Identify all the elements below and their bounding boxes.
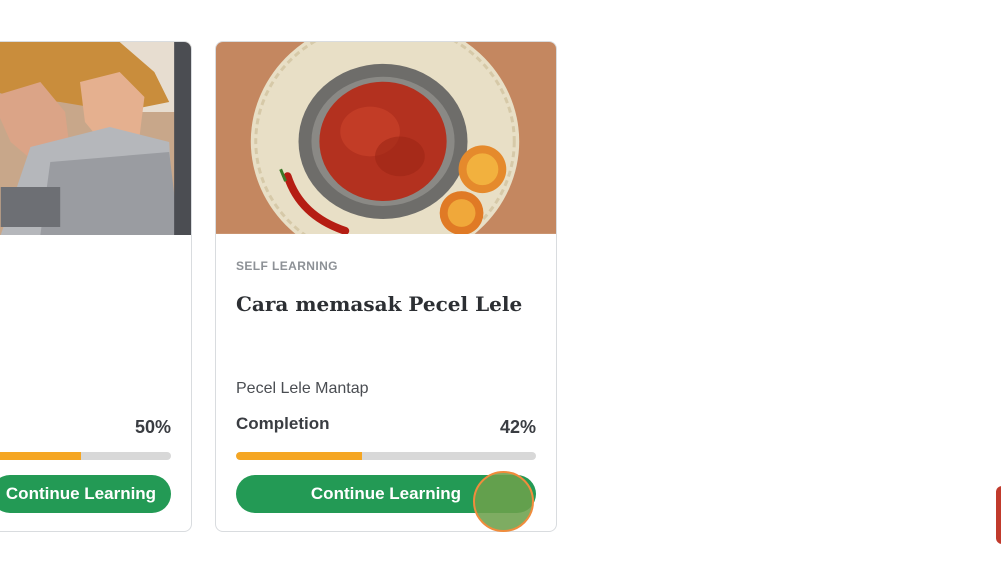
- completion-percentage: 42%: [499, 417, 536, 437]
- progress-bar: [236, 452, 536, 460]
- course-card[interactable]: 50% Continue Learning: [0, 41, 192, 532]
- completion-label: Completion: [236, 414, 330, 433]
- progress-bar-fill: [236, 452, 362, 460]
- completion-percentage: 50%: [134, 417, 171, 437]
- sambal-mortar-photo-image: [216, 42, 556, 234]
- course-subtitle: Pecel Lele Mantap: [236, 380, 369, 397]
- course-title: Cara memasak Pecel Lele: [236, 292, 523, 316]
- laptop-photo-image: [0, 42, 191, 235]
- side-edge-tab[interactable]: [996, 486, 1001, 544]
- course-thumbnail: [0, 42, 191, 235]
- cursor-click-indicator: [473, 471, 534, 532]
- course-card[interactable]: SELF LEARNING Cara memasak Pecel Lele Pe…: [215, 41, 557, 532]
- continue-learning-button[interactable]: Continue Learning: [0, 475, 171, 513]
- progress-bar: [0, 452, 171, 460]
- course-thumbnail: [216, 42, 556, 235]
- progress-bar-fill: [0, 452, 81, 460]
- course-category: SELF LEARNING: [236, 259, 338, 273]
